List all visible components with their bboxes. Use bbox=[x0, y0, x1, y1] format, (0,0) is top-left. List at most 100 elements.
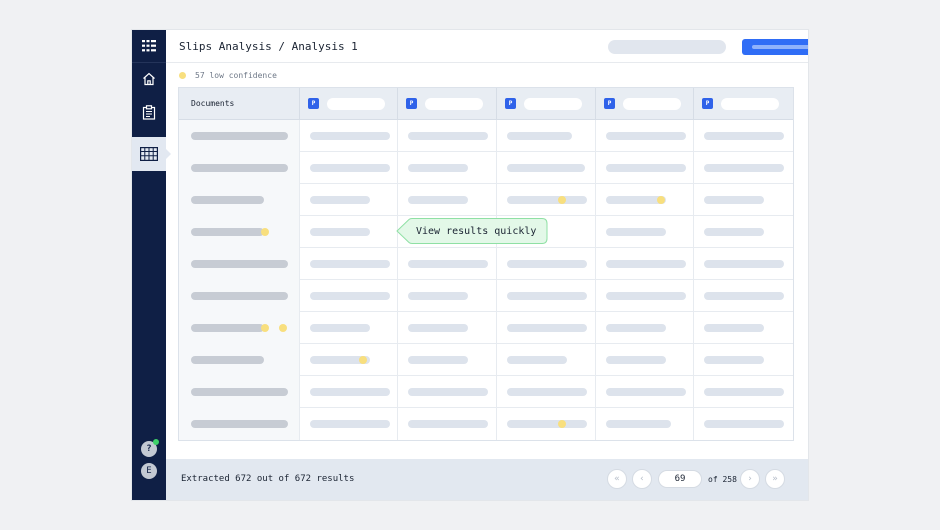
result-cell[interactable] bbox=[497, 120, 596, 152]
result-cell[interactable] bbox=[694, 312, 793, 344]
sidebar-item-clipboard[interactable] bbox=[132, 96, 166, 128]
result-cell[interactable] bbox=[497, 152, 596, 184]
column-header-documents[interactable]: Documents bbox=[179, 88, 300, 120]
result-cell[interactable] bbox=[497, 376, 596, 408]
result-cell[interactable] bbox=[694, 408, 793, 440]
column-header-1[interactable]: P bbox=[300, 88, 398, 120]
help-button[interactable]: ? bbox=[141, 439, 159, 457]
low-confidence-marker[interactable] bbox=[558, 196, 566, 204]
low-confidence-marker[interactable] bbox=[558, 420, 566, 428]
result-cell[interactable] bbox=[694, 376, 793, 408]
result-cell[interactable] bbox=[398, 280, 497, 312]
result-cell[interactable] bbox=[398, 408, 497, 440]
table-row[interactable] bbox=[179, 312, 793, 344]
result-cell[interactable] bbox=[497, 248, 596, 280]
app-grid-icon bbox=[142, 40, 156, 52]
result-cell[interactable] bbox=[596, 312, 694, 344]
result-value-placeholder bbox=[310, 228, 370, 236]
result-cell[interactable] bbox=[398, 152, 497, 184]
result-cell[interactable] bbox=[497, 184, 596, 216]
result-cell[interactable] bbox=[300, 344, 398, 376]
sidebar-item-table[interactable] bbox=[132, 137, 171, 171]
table-row[interactable] bbox=[179, 408, 793, 440]
result-cell[interactable] bbox=[694, 152, 793, 184]
result-cell[interactable] bbox=[398, 312, 497, 344]
table-row[interactable] bbox=[179, 184, 793, 216]
table-row[interactable] bbox=[179, 280, 793, 312]
column-name-placeholder[interactable] bbox=[623, 98, 681, 110]
document-cell[interactable] bbox=[179, 280, 300, 312]
result-cell[interactable] bbox=[300, 408, 398, 440]
column-header-4[interactable]: P bbox=[596, 88, 694, 120]
result-cell[interactable] bbox=[694, 184, 793, 216]
column-name-placeholder[interactable] bbox=[425, 98, 483, 110]
document-cell[interactable] bbox=[179, 248, 300, 280]
result-cell[interactable] bbox=[596, 280, 694, 312]
prev-page-button[interactable]: ‹ bbox=[632, 469, 652, 489]
column-name-placeholder[interactable] bbox=[721, 98, 779, 110]
result-value-placeholder bbox=[606, 420, 671, 428]
result-cell[interactable] bbox=[596, 184, 694, 216]
result-cell[interactable] bbox=[497, 312, 596, 344]
result-cell[interactable] bbox=[300, 248, 398, 280]
document-cell[interactable] bbox=[179, 120, 300, 152]
low-confidence-marker[interactable] bbox=[657, 196, 665, 204]
result-cell[interactable] bbox=[694, 120, 793, 152]
column-header-3[interactable]: P bbox=[497, 88, 596, 120]
result-cell[interactable] bbox=[300, 216, 398, 248]
result-cell[interactable] bbox=[398, 120, 497, 152]
result-cell[interactable] bbox=[596, 408, 694, 440]
result-cell[interactable] bbox=[300, 120, 398, 152]
result-cell[interactable] bbox=[694, 280, 793, 312]
result-cell[interactable] bbox=[300, 152, 398, 184]
app-grid-button[interactable] bbox=[132, 30, 166, 63]
document-cell[interactable] bbox=[179, 216, 300, 248]
result-cell[interactable] bbox=[300, 280, 398, 312]
column-name-placeholder[interactable] bbox=[327, 98, 385, 110]
result-cell[interactable] bbox=[497, 408, 596, 440]
first-page-button[interactable]: « bbox=[607, 469, 627, 489]
column-name-placeholder[interactable] bbox=[524, 98, 582, 110]
result-cell[interactable] bbox=[596, 248, 694, 280]
result-cell[interactable] bbox=[398, 248, 497, 280]
sidebar-item-home[interactable] bbox=[132, 63, 166, 95]
low-confidence-marker[interactable] bbox=[261, 228, 269, 236]
result-cell[interactable] bbox=[398, 344, 497, 376]
table-row[interactable] bbox=[179, 344, 793, 376]
header-search-placeholder[interactable] bbox=[608, 40, 726, 54]
page-number-input[interactable] bbox=[658, 470, 702, 488]
result-cell[interactable] bbox=[596, 344, 694, 376]
low-confidence-marker[interactable] bbox=[261, 324, 269, 332]
result-cell[interactable] bbox=[300, 376, 398, 408]
table-row[interactable] bbox=[179, 248, 793, 280]
result-cell[interactable] bbox=[596, 152, 694, 184]
user-avatar[interactable]: E bbox=[141, 463, 157, 479]
table-row[interactable] bbox=[179, 376, 793, 408]
result-cell[interactable] bbox=[694, 216, 793, 248]
result-cell[interactable] bbox=[497, 280, 596, 312]
low-confidence-marker[interactable] bbox=[359, 356, 367, 364]
document-cell[interactable] bbox=[179, 152, 300, 184]
result-cell[interactable] bbox=[694, 344, 793, 376]
document-cell[interactable] bbox=[179, 344, 300, 376]
result-cell[interactable] bbox=[398, 376, 497, 408]
last-page-button[interactable]: » bbox=[765, 469, 785, 489]
table-row[interactable] bbox=[179, 120, 793, 152]
document-cell[interactable] bbox=[179, 408, 300, 440]
column-header-2[interactable]: P bbox=[398, 88, 497, 120]
result-cell[interactable] bbox=[398, 184, 497, 216]
low-confidence-marker[interactable] bbox=[279, 324, 287, 332]
result-cell[interactable] bbox=[300, 184, 398, 216]
table-row[interactable] bbox=[179, 152, 793, 184]
next-page-button[interactable]: › bbox=[740, 469, 760, 489]
result-cell[interactable] bbox=[596, 376, 694, 408]
column-header-5[interactable]: P bbox=[694, 88, 793, 120]
result-cell[interactable] bbox=[596, 120, 694, 152]
result-cell[interactable] bbox=[300, 312, 398, 344]
document-cell[interactable] bbox=[179, 376, 300, 408]
result-cell[interactable] bbox=[497, 344, 596, 376]
result-cell[interactable] bbox=[596, 216, 694, 248]
primary-action-button[interactable] bbox=[742, 39, 808, 55]
result-cell[interactable] bbox=[694, 248, 793, 280]
document-cell[interactable] bbox=[179, 184, 300, 216]
